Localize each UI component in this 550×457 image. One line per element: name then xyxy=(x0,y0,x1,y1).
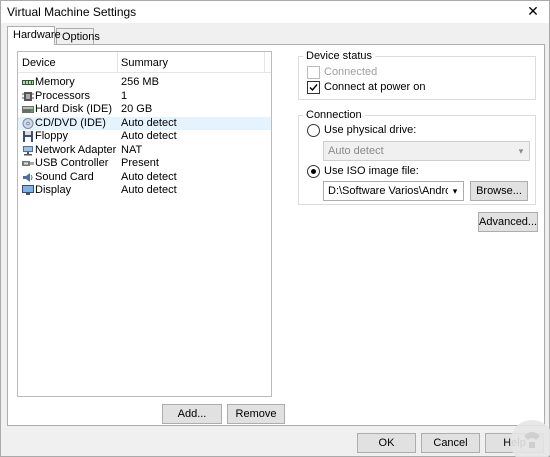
cd-dvd-icon xyxy=(22,117,34,129)
tab-options[interactable]: Options xyxy=(56,28,100,45)
window-title: Virtual Machine Settings xyxy=(7,5,137,19)
device-row-cd-dvd[interactable]: CD/DVD (IDE) Auto detect xyxy=(18,116,271,130)
use-physical-drive-radio[interactable] xyxy=(307,124,320,137)
virtual-machine-settings-window: Virtual Machine Settings ✕ Hardware Opti… xyxy=(0,0,550,457)
hardware-panel: Device Summary Memory 256 MB Processors … xyxy=(7,44,545,426)
connection-title: Connection xyxy=(303,109,365,121)
use-iso-image-label: Use ISO image file: xyxy=(324,165,419,177)
device-name: CD/DVD (IDE) xyxy=(35,116,106,129)
checkmark-icon xyxy=(309,84,318,92)
device-row-display[interactable]: Display Auto detect xyxy=(18,184,271,198)
device-row-hard-disk[interactable]: Hard Disk (IDE) 20 GB xyxy=(18,103,271,117)
ok-button[interactable]: OK xyxy=(357,433,416,453)
chevron-down-icon: ▾ xyxy=(518,146,524,156)
column-separator xyxy=(117,52,118,72)
device-name: Sound Card xyxy=(35,170,94,183)
display-icon xyxy=(22,185,34,195)
device-row-network-adapter[interactable]: Network Adapter NAT xyxy=(18,144,271,158)
device-name: Network Adapter xyxy=(35,143,117,156)
device-status-title: Device status xyxy=(303,50,376,62)
tab-hardware[interactable]: Hardware xyxy=(7,26,61,45)
connected-label: Connected xyxy=(324,66,378,78)
device-summary: Present xyxy=(121,157,159,169)
device-name: Floppy xyxy=(35,130,69,142)
device-summary: Auto detect xyxy=(121,170,177,183)
device-row-sound-card[interactable]: Sound Card Auto detect xyxy=(18,171,271,185)
physical-drive-select[interactable]: Auto detect ▾ xyxy=(323,141,530,161)
remove-button[interactable]: Remove xyxy=(227,404,285,424)
memory-icon xyxy=(22,80,34,85)
device-summary: Auto detect xyxy=(121,184,177,196)
connected-checkbox[interactable] xyxy=(307,66,320,79)
watermark-logo-icon xyxy=(510,420,550,457)
processor-icon xyxy=(22,91,34,101)
close-icon[interactable]: ✕ xyxy=(525,3,541,19)
device-list[interactable]: Device Summary Memory 256 MB Processors … xyxy=(17,51,272,397)
network-adapter-icon xyxy=(23,145,33,155)
device-status-group: Device status Connected Connect at power… xyxy=(298,50,536,100)
iso-image-path-input[interactable]: D:\Software Varios\Android 7\a ▾ xyxy=(323,181,464,201)
device-name: Display xyxy=(35,184,72,196)
add-button[interactable]: Add... xyxy=(162,404,222,424)
use-iso-image-radio[interactable] xyxy=(307,165,320,178)
radio-dot xyxy=(311,169,316,174)
use-physical-drive-label: Use physical drive: xyxy=(324,124,417,136)
connect-at-power-on-checkbox[interactable] xyxy=(307,81,320,94)
column-separator xyxy=(264,52,265,72)
device-name: USB Controller xyxy=(35,157,109,169)
physical-drive-value: Auto detect xyxy=(328,145,384,157)
device-name: Hard Disk (IDE) xyxy=(35,103,113,115)
device-summary: NAT xyxy=(121,143,143,156)
device-summary: Auto detect xyxy=(121,116,177,129)
usb-controller-icon xyxy=(22,161,34,166)
device-summary: Auto detect xyxy=(121,130,177,142)
browse-button[interactable]: Browse... xyxy=(470,181,528,201)
device-summary: 256 MB xyxy=(121,76,159,88)
cancel-button[interactable]: Cancel xyxy=(421,433,480,453)
column-header-device[interactable]: Device xyxy=(22,57,56,69)
device-row-usb-controller[interactable]: USB Controller Present xyxy=(18,157,271,171)
iso-image-path-value: D:\Software Varios\Android 7\a xyxy=(328,185,448,197)
chevron-down-icon: ▾ xyxy=(452,186,458,196)
title-bar: Virtual Machine Settings ✕ xyxy=(1,1,549,23)
advanced-button[interactable]: Advanced... xyxy=(478,212,538,232)
device-summary: 20 GB xyxy=(121,103,153,115)
column-header-summary[interactable]: Summary xyxy=(121,57,168,69)
sound-card-icon xyxy=(23,172,33,182)
device-name: Processors xyxy=(35,89,91,102)
device-row-floppy[interactable]: Floppy Auto detect xyxy=(18,130,271,144)
device-name: Memory xyxy=(35,76,75,88)
connect-at-power-on-label: Connect at power on xyxy=(324,81,426,93)
device-row-memory[interactable]: Memory 256 MB xyxy=(18,76,271,90)
floppy-icon xyxy=(23,131,33,142)
device-row-processors[interactable]: Processors 1 xyxy=(18,90,271,104)
device-list-header: Device Summary xyxy=(18,52,271,73)
hard-disk-icon xyxy=(22,106,34,113)
connection-group: Connection Use physical drive: Auto dete… xyxy=(298,109,536,205)
device-summary: 1 xyxy=(121,89,128,102)
